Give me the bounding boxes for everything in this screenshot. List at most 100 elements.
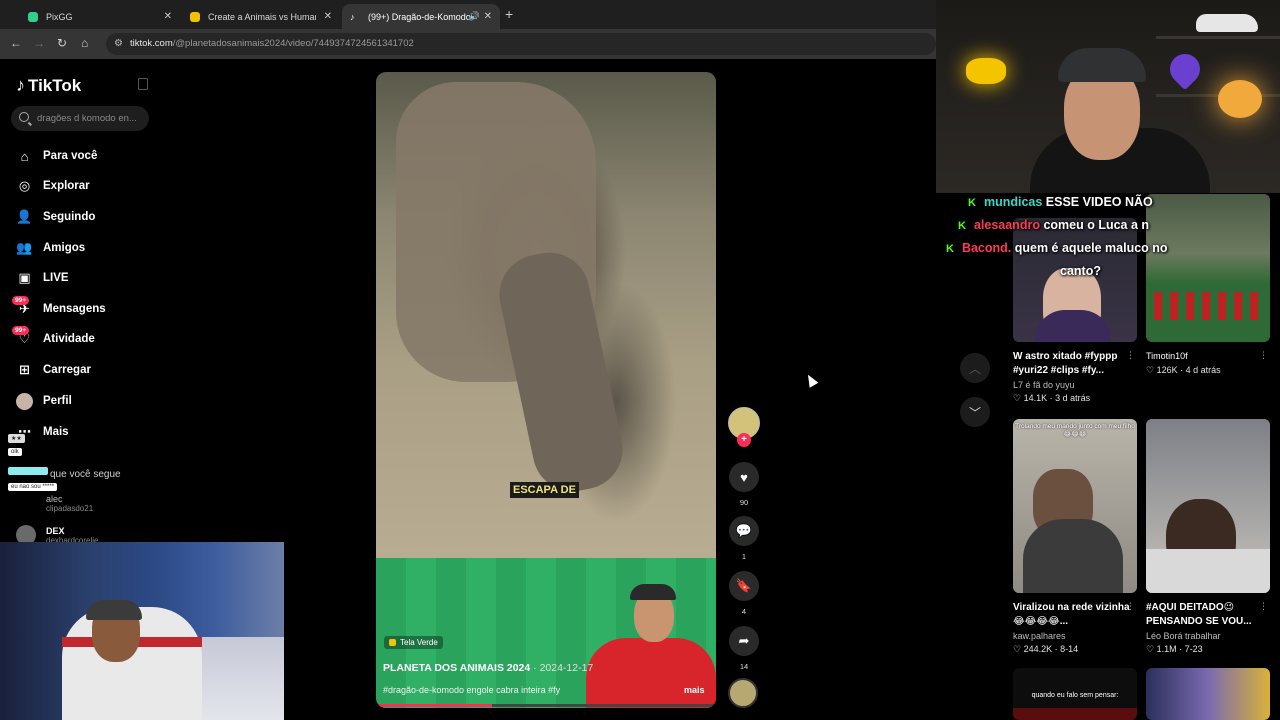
- effect-tag[interactable]: Tela Verde: [384, 636, 443, 649]
- chat-user: mundicas: [983, 195, 1043, 209]
- chevron-up-icon[interactable]: ︿: [960, 353, 990, 383]
- feed-card[interactable]: Timotin10f ⋮ ♡ 126K · 4 d atrás: [1146, 194, 1270, 376]
- share-count: 14: [739, 662, 749, 671]
- nav-following[interactable]: 👤 Seguindo: [16, 206, 95, 228]
- feed-thumbnail[interactable]: quando eu falo sem pensar:: [1013, 668, 1137, 720]
- feed-card[interactable]: Trolando meu marido junto com meu filho …: [1013, 419, 1137, 655]
- tab-tiktok[interactable]: ♪ (99+) Dragão-de-Komodo 🔊 ✕: [342, 4, 500, 29]
- chat-text: canto?: [1060, 264, 1101, 278]
- search-input[interactable]: dragões d komodo en...: [11, 106, 149, 131]
- chat-text: ESSE VIDEO NÃO: [1045, 195, 1153, 209]
- nav-upload[interactable]: ⊞ Carregar: [16, 359, 91, 381]
- nav-friends[interactable]: 👥 Amigos: [16, 237, 85, 259]
- video-caption-overlay: ESCAPA DE: [510, 482, 579, 498]
- video-player[interactable]: ESCAPA DE Tela Verde PLANETA DOS ANIMAIS…: [376, 72, 716, 708]
- feed-thumbnail[interactable]: [1146, 194, 1270, 342]
- progress-fill: [376, 704, 492, 707]
- doc-favicon-icon: [190, 11, 200, 22]
- feed-thumbnail[interactable]: [1146, 668, 1270, 720]
- reload-icon[interactable]: ↻: [57, 36, 67, 50]
- tab-create-animais[interactable]: Create a Animais vs Humanos ✕: [182, 4, 340, 29]
- followed-account[interactable]: alec clipadasdo21: [16, 493, 93, 513]
- tab-pixgg[interactable]: PixGG ✕: [20, 4, 180, 29]
- like-action[interactable]: ♥ 90: [728, 462, 760, 507]
- kebab-icon[interactable]: ⋮: [1126, 350, 1135, 361]
- more-button[interactable]: mais: [684, 685, 705, 695]
- kebab-icon[interactable]: ⋮: [1259, 350, 1268, 361]
- reactor-webcam: [0, 542, 284, 720]
- effect-icon: [389, 639, 396, 646]
- bookmark-icon[interactable]: 🔖: [729, 571, 759, 601]
- site-info-icon[interactable]: ⚙: [114, 33, 123, 55]
- plus-icon[interactable]: +: [505, 6, 513, 22]
- feed-title: #AQUI DEITADO😉 PENSANDO SE VOU...: [1146, 602, 1252, 627]
- kebab-icon[interactable]: ⋮: [1126, 601, 1135, 612]
- feed-card[interactable]: quando eu falo sem pensar:: [1013, 668, 1137, 720]
- share-action[interactable]: ➦ 14: [728, 626, 760, 671]
- following-accounts-label: que você segue: [50, 469, 121, 480]
- feed-thumbnail[interactable]: Trolando meu marido junto com meu filho …: [1013, 419, 1137, 593]
- follow-plus-icon[interactable]: +: [737, 433, 751, 447]
- messages-icon: ✈ 99+: [12, 295, 33, 318]
- heart-icon[interactable]: ♥: [729, 462, 759, 492]
- chat-message: Kmundicas ESSE VIDEO NÃO: [968, 195, 1153, 209]
- close-icon[interactable]: ✕: [484, 11, 492, 22]
- feed-thumbnail[interactable]: [1013, 218, 1137, 342]
- chat-text: comeu o Luca a n: [1043, 218, 1150, 232]
- video-progress-bar[interactable]: [376, 704, 716, 707]
- collapse-sidebar-icon[interactable]: [138, 78, 148, 90]
- search-placeholder: dragões d komodo en...: [37, 113, 137, 124]
- back-arrow-icon[interactable]: ←: [10, 36, 22, 50]
- address-bar[interactable]: ⚙ tiktok.com/@planetadosanimais2024/vide…: [106, 33, 936, 55]
- nav-activity[interactable]: ♡ 99+ Atividade: [12, 325, 95, 350]
- music-disc[interactable]: [728, 678, 758, 708]
- author-name: PLANETA DOS ANIMAIS 2024: [383, 662, 531, 674]
- feed-stats: ♡ 126K · 4 d atrás: [1146, 365, 1221, 376]
- browser-tabbar: PixGG ✕ Create a Animais vs Humanos ✕ ♪ …: [0, 0, 936, 29]
- nav-for-you[interactable]: ⌂ Para você: [16, 145, 98, 167]
- nav-label: Perfil: [43, 395, 72, 407]
- chat-user: Bacond.: [961, 241, 1012, 255]
- comment-icon[interactable]: 💬: [729, 516, 759, 546]
- nav-live[interactable]: ▣ LIVE: [16, 267, 69, 289]
- nav-profile[interactable]: Perfil: [16, 390, 72, 412]
- save-count: 4: [741, 607, 747, 616]
- search-icon: [19, 112, 29, 122]
- nav-label: Mais: [43, 426, 69, 438]
- kick-icon: K: [958, 220, 966, 232]
- tiktok-logo[interactable]: ♪ TikTok: [16, 75, 81, 96]
- activity-icon: ♡ 99+: [12, 325, 33, 348]
- save-action[interactable]: 🔖 4: [728, 571, 760, 616]
- close-icon[interactable]: ✕: [164, 11, 172, 22]
- chevron-down-icon[interactable]: ﹀: [960, 397, 990, 427]
- kebab-icon[interactable]: ⋮: [1259, 601, 1268, 612]
- nav-messages[interactable]: ✈ 99+ Mensagens: [12, 295, 106, 320]
- chat-user: alesaandro: [973, 218, 1040, 232]
- feed-stats: ♡ 14.1K · 3 d atrás: [1013, 393, 1091, 403]
- upload-icon: ⊞: [19, 362, 30, 377]
- thumb-overlay-text: quando eu falo sem pensar:: [1031, 692, 1119, 699]
- feed-thumbnail[interactable]: [1146, 419, 1270, 593]
- speaker-icon[interactable]: 🔊: [469, 11, 480, 22]
- following-icon: 👤: [16, 209, 33, 224]
- live-icon: ▣: [18, 270, 31, 285]
- messages-badge: 99+: [12, 295, 30, 305]
- home-icon[interactable]: ⌂: [81, 36, 88, 50]
- nav-label: Para você: [43, 150, 98, 162]
- share-icon[interactable]: ➦: [729, 626, 759, 656]
- comment-action[interactable]: 💬 1: [728, 516, 760, 561]
- feed-card[interactable]: #AQUI DEITADO😉 PENSANDO SE VOU... ⋮ Léo …: [1146, 419, 1270, 655]
- nav-label: LIVE: [43, 272, 69, 284]
- chat-chip: [8, 467, 48, 475]
- nav-explore[interactable]: ◎ Explorar: [16, 175, 90, 197]
- chat-text: quem é aquele maluco no: [1014, 241, 1168, 255]
- video-author[interactable]: PLANETA DOS ANIMAIS 2024 · 2024-12-17: [383, 662, 593, 674]
- close-icon[interactable]: ✕: [324, 11, 332, 22]
- chat-chip: olk: [8, 448, 22, 456]
- tiktok-favicon-icon: ♪: [350, 11, 355, 22]
- url-path: /@planetadosanimais2024/video/7449374724…: [172, 38, 414, 49]
- feed-card[interactable]: [1146, 668, 1270, 720]
- chat-message: Kalesaandro comeu o Luca a n: [958, 218, 1149, 232]
- forward-arrow-icon[interactable]: →: [33, 36, 45, 50]
- account-handle: clipadasdo21: [46, 503, 94, 513]
